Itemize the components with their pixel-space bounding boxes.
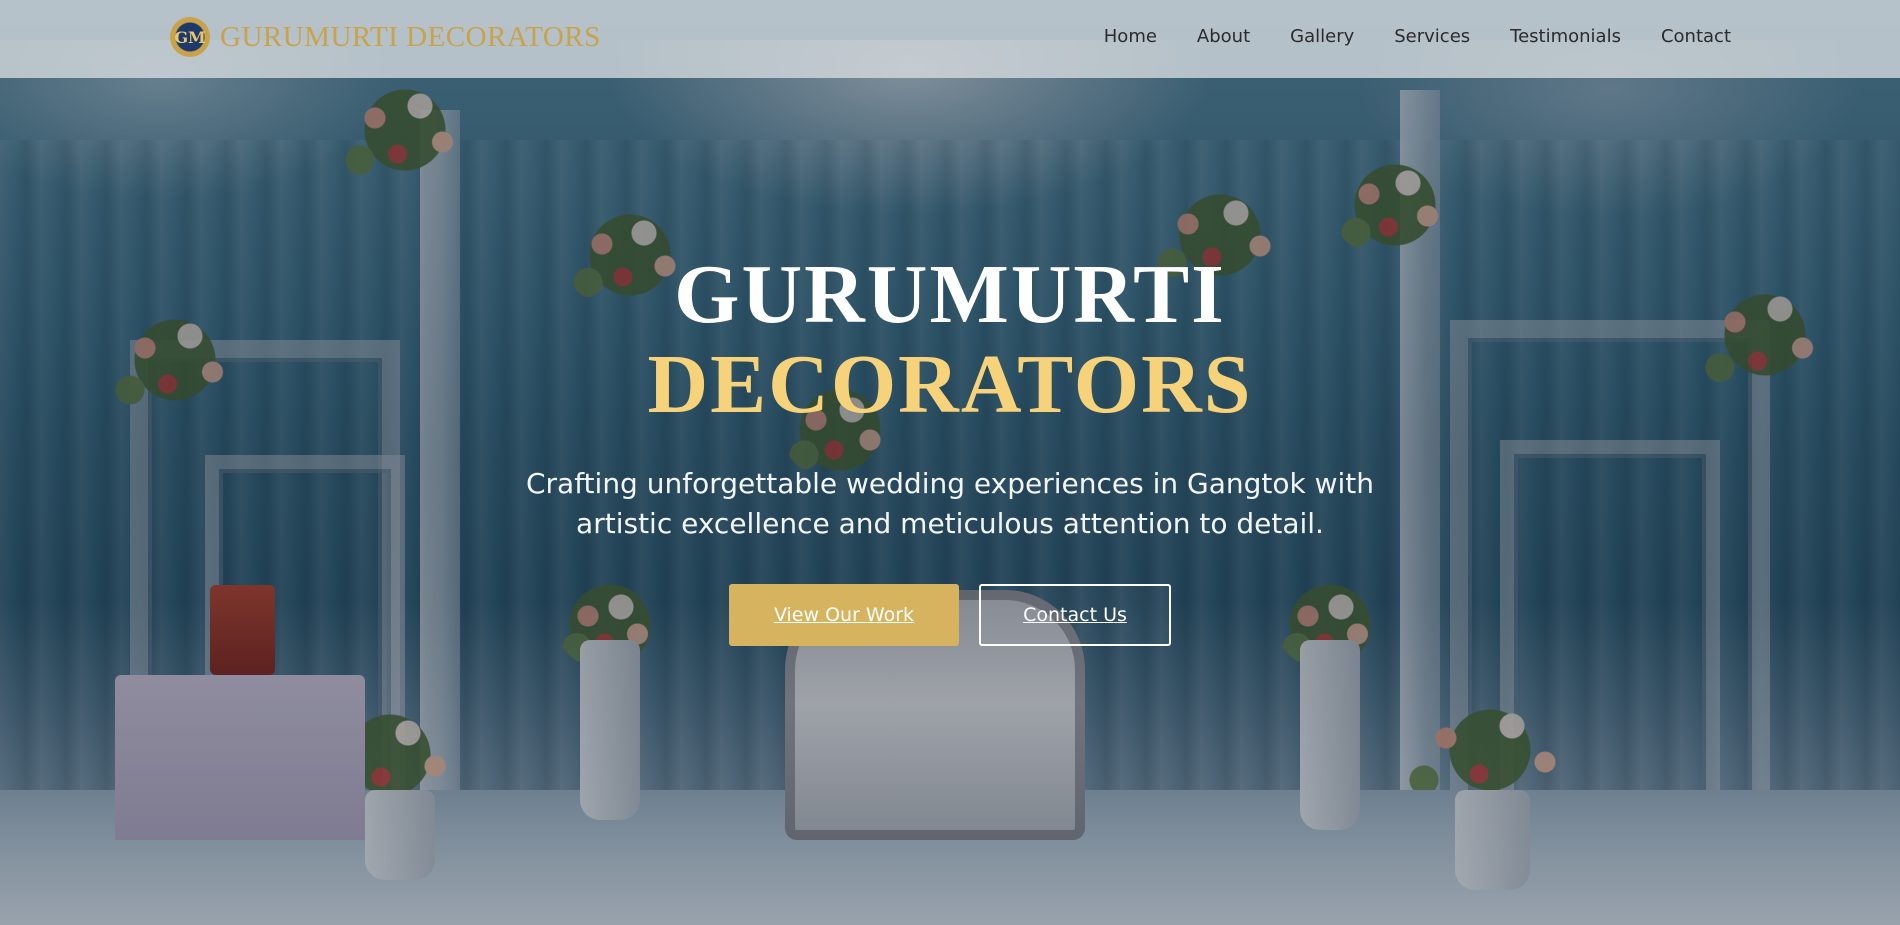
nav-home[interactable]: Home xyxy=(1104,26,1157,47)
contact-us-button[interactable]: Contact Us xyxy=(979,584,1171,646)
nav-about[interactable]: About xyxy=(1197,26,1250,47)
nav-gallery[interactable]: Gallery xyxy=(1290,26,1354,47)
navbar: GM GURUMURTI DECORATORS Home About Galle… xyxy=(0,0,1900,78)
nav-testimonials[interactable]: Testimonials xyxy=(1510,26,1621,47)
logo-icon: GM xyxy=(170,17,210,57)
brand-name: GURUMURTI DECORATORS xyxy=(220,20,601,53)
hero-title-line1: GURUMURTI xyxy=(674,248,1226,341)
main-nav: Home About Gallery Services Testimonials… xyxy=(1104,26,1731,47)
nav-services[interactable]: Services xyxy=(1394,26,1470,47)
nav-contact[interactable]: Contact xyxy=(1661,26,1731,47)
hero-title-line2: DECORATORS xyxy=(647,338,1253,431)
view-our-work-button[interactable]: View Our Work xyxy=(729,584,959,646)
hero-title: GURUMURTI DECORATORS xyxy=(450,250,1450,430)
hero-content: GURUMURTI DECORATORS Crafting unforgetta… xyxy=(450,250,1450,646)
hero-actions: View Our Work Contact Us xyxy=(450,584,1450,646)
hero-subtitle: Crafting unforgettable wedding experienc… xyxy=(525,467,1375,540)
brand-link[interactable]: GM GURUMURTI DECORATORS xyxy=(170,17,601,57)
